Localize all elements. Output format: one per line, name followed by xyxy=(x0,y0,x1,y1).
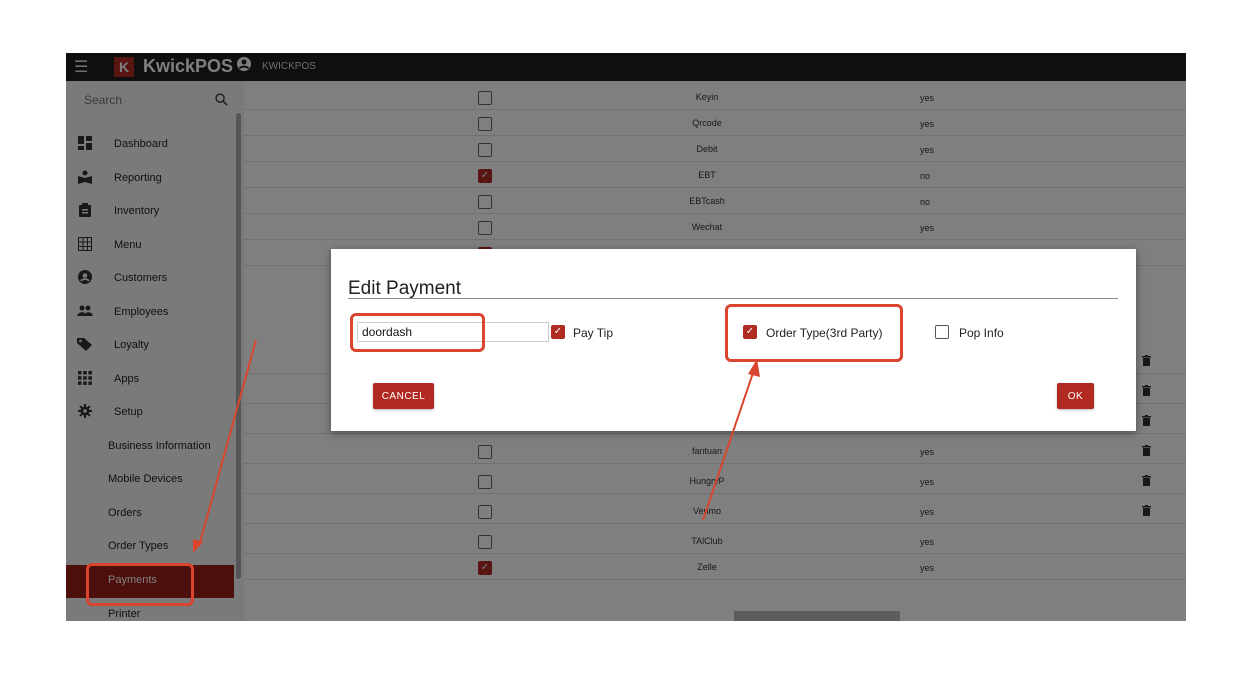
pay-tip-checkbox[interactable]: ✓ xyxy=(551,325,565,339)
cancel-button[interactable]: CANCEL xyxy=(373,383,434,409)
dialog-divider xyxy=(348,298,1118,299)
ok-button[interactable]: OK xyxy=(1057,383,1094,409)
highlight-payments-item xyxy=(86,563,194,606)
dialog-title: Edit Payment xyxy=(348,278,461,299)
pop-info-label: Pop Info xyxy=(959,326,1004,340)
pop-info-checkbox[interactable] xyxy=(935,325,949,339)
highlight-name-input xyxy=(350,313,485,352)
highlight-order-type xyxy=(725,304,903,362)
pay-tip-label: Pay Tip xyxy=(573,326,614,340)
